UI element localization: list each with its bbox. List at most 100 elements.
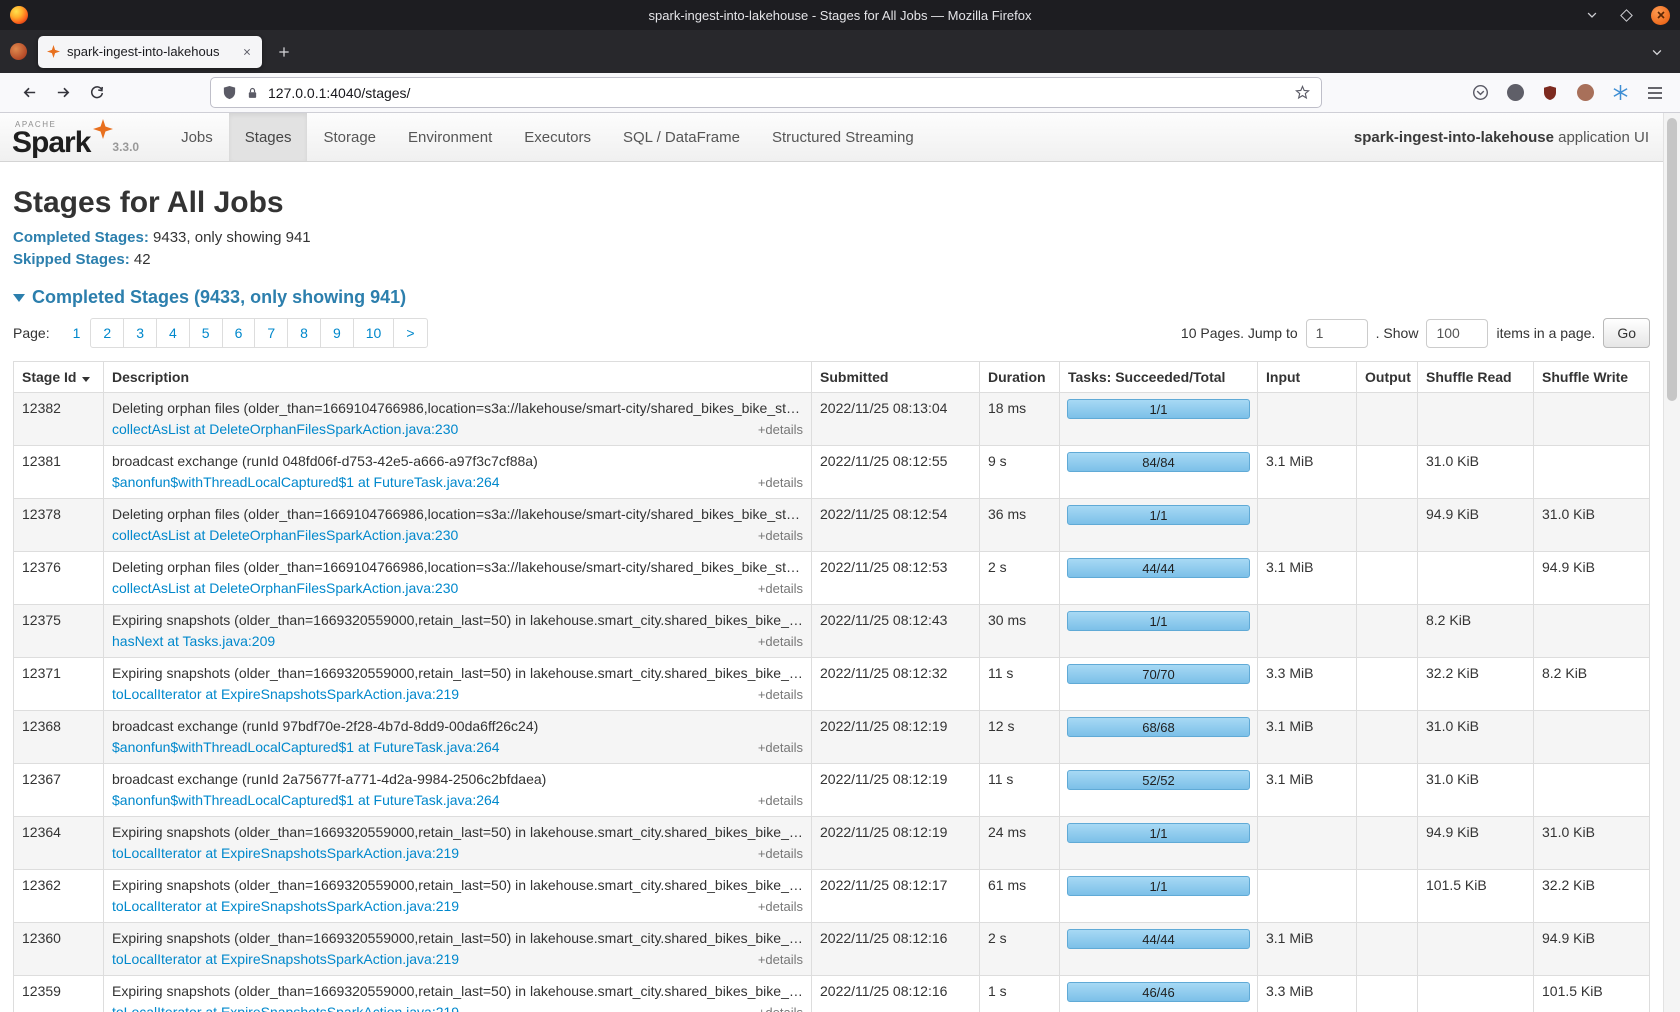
nav-item-storage[interactable]: Storage	[307, 113, 392, 161]
page-title: Stages for All Jobs	[13, 186, 1650, 220]
header-tasks[interactable]: Tasks: Succeeded/Total	[1060, 362, 1258, 393]
details-toggle[interactable]: +details	[758, 845, 803, 862]
tab-close-icon[interactable]	[241, 46, 253, 58]
header-stage-id[interactable]: Stage Id	[14, 362, 104, 393]
details-toggle[interactable]: +details	[758, 527, 803, 544]
details-toggle[interactable]: +details	[758, 686, 803, 703]
go-button[interactable]: Go	[1603, 318, 1650, 348]
details-toggle[interactable]: +details	[758, 898, 803, 915]
submitted-cell: 2022/11/25 08:12:43	[812, 605, 980, 658]
page-button-8[interactable]: 8	[287, 318, 321, 348]
stage-detail-link[interactable]: toLocalIterator at ExpireSnapshotsSparkA…	[112, 845, 459, 862]
browser-tab[interactable]: spark-ingest-into-lakehous	[38, 36, 262, 68]
shuffle-write-cell: 101.5 KiB	[1534, 976, 1650, 1012]
details-toggle[interactable]: +details	[758, 474, 803, 491]
output-cell	[1357, 711, 1418, 764]
details-toggle[interactable]: +details	[758, 739, 803, 756]
back-button[interactable]	[12, 78, 46, 108]
description-cell: Deleting orphan files (older_than=166910…	[104, 393, 812, 446]
nav-item-stages[interactable]: Stages	[229, 113, 308, 161]
stage-description: Deleting orphan files (older_than=166910…	[112, 506, 803, 523]
sort-desc-icon	[82, 377, 90, 382]
stage-id-cell: 12364	[14, 817, 104, 870]
details-toggle[interactable]: +details	[758, 792, 803, 809]
details-toggle[interactable]: +details	[758, 951, 803, 968]
header-description[interactable]: Description	[104, 362, 812, 393]
shuffle-write-cell: 94.9 KiB	[1534, 923, 1650, 976]
tasks-cell: 84/84	[1060, 446, 1258, 499]
ublock-shield-icon[interactable]	[1539, 82, 1561, 104]
completed-stages-link[interactable]: Completed Stages:	[13, 229, 149, 246]
shuffle-read-cell: 31.0 KiB	[1418, 711, 1534, 764]
details-toggle[interactable]: +details	[758, 633, 803, 650]
stage-detail-link[interactable]: collectAsList at DeleteOrphanFilesSparkA…	[112, 580, 458, 597]
forward-button[interactable]	[46, 78, 80, 108]
stage-detail-link[interactable]: collectAsList at DeleteOrphanFilesSparkA…	[112, 527, 458, 544]
nav-item-sql-dataframe[interactable]: SQL / DataFrame	[607, 113, 756, 161]
tab-title: spark-ingest-into-lakehous	[67, 44, 234, 59]
input-cell: 3.1 MiB	[1258, 552, 1357, 605]
stage-description: Expiring snapshots (older_than=166932055…	[112, 877, 803, 894]
jump-to-page-input[interactable]	[1306, 319, 1368, 348]
menu-hamburger-icon[interactable]	[1644, 82, 1666, 104]
details-toggle[interactable]: +details	[758, 580, 803, 597]
header-shuffle-read[interactable]: Shuffle Read	[1418, 362, 1534, 393]
header-shuffle-write[interactable]: Shuffle Write	[1534, 362, 1650, 393]
nav-item-jobs[interactable]: Jobs	[165, 113, 229, 161]
profile-avatar-icon[interactable]	[1574, 82, 1596, 104]
page-button-2[interactable]: 2	[90, 318, 124, 348]
table-row: 12381broadcast exchange (runId 048fd06f-…	[14, 446, 1650, 499]
completed-stages-section-toggle[interactable]: Completed Stages (9433, only showing 941…	[13, 287, 1650, 308]
header-duration[interactable]: Duration	[980, 362, 1060, 393]
url-bar[interactable]: 127.0.0.1:4040/stages/	[210, 77, 1322, 108]
nav-item-executors[interactable]: Executors	[508, 113, 607, 161]
nav-item-environment[interactable]: Environment	[392, 113, 508, 161]
url-text[interactable]: 127.0.0.1:4040/stages/	[268, 85, 410, 101]
page-button-6[interactable]: 6	[222, 318, 256, 348]
scrollbar[interactable]	[1663, 113, 1680, 1012]
page-button->[interactable]: >	[393, 318, 427, 348]
page-content: Stages for All Jobs Completed Stages: 94…	[0, 186, 1663, 1012]
account-icon[interactable]	[1504, 82, 1526, 104]
stages-table-body: 12382Deleting orphan files (older_than=1…	[14, 393, 1650, 1012]
minimize-button[interactable]	[1583, 6, 1601, 24]
skipped-stages-link[interactable]: Skipped Stages:	[13, 251, 130, 268]
extension-snowflake-icon[interactable]	[1609, 82, 1631, 104]
save-to-pocket-icon[interactable]	[1469, 82, 1491, 104]
reload-button[interactable]	[80, 78, 114, 108]
stage-detail-link[interactable]: toLocalIterator at ExpireSnapshotsSparkA…	[112, 898, 459, 915]
stage-detail-link[interactable]: $anonfun$withThreadLocalCaptured$1 at Fu…	[112, 474, 500, 491]
bookmark-star-icon[interactable]	[1295, 85, 1310, 100]
list-all-tabs-button[interactable]	[1644, 39, 1670, 65]
page-button-5[interactable]: 5	[189, 318, 223, 348]
page-button-10[interactable]: 10	[353, 318, 395, 348]
scrollbar-thumb[interactable]	[1667, 118, 1677, 401]
stage-detail-link[interactable]: hasNext at Tasks.java:209	[112, 633, 275, 650]
site-security-lock-icon[interactable]	[246, 86, 259, 100]
stage-detail-link[interactable]: toLocalIterator at ExpireSnapshotsSparkA…	[112, 951, 459, 968]
details-toggle[interactable]: +details	[758, 421, 803, 438]
header-submitted[interactable]: Submitted	[812, 362, 980, 393]
page-button-4[interactable]: 4	[156, 318, 190, 348]
page-button-7[interactable]: 7	[254, 318, 288, 348]
spark-logo[interactable]: APACHE Spark 3.3.0	[12, 113, 139, 161]
details-toggle[interactable]: +details	[758, 1004, 803, 1012]
firefox-view-button[interactable]	[10, 43, 27, 60]
nav-item-structured-streaming[interactable]: Structured Streaming	[756, 113, 930, 161]
stage-detail-link[interactable]: $anonfun$withThreadLocalCaptured$1 at Fu…	[112, 739, 500, 756]
tab-strip: spark-ingest-into-lakehous	[0, 30, 1680, 73]
page-size-input[interactable]	[1426, 319, 1488, 348]
stage-detail-link[interactable]: $anonfun$withThreadLocalCaptured$1 at Fu…	[112, 792, 500, 809]
page-button-3[interactable]: 3	[123, 318, 157, 348]
stage-detail-link[interactable]: toLocalIterator at ExpireSnapshotsSparkA…	[112, 686, 459, 703]
close-button[interactable]	[1651, 6, 1670, 25]
maximize-button[interactable]	[1617, 6, 1635, 24]
header-output[interactable]: Output	[1357, 362, 1418, 393]
stage-detail-link[interactable]: collectAsList at DeleteOrphanFilesSparkA…	[112, 421, 458, 438]
shuffle-read-cell: 32.2 KiB	[1418, 658, 1534, 711]
page-button-9[interactable]: 9	[320, 318, 354, 348]
header-input[interactable]: Input	[1258, 362, 1357, 393]
new-tab-button[interactable]	[270, 38, 298, 66]
stage-detail-link[interactable]: toLocalIterator at ExpireSnapshotsSparkA…	[112, 1004, 459, 1012]
tracking-protection-shield-icon[interactable]	[222, 85, 237, 100]
